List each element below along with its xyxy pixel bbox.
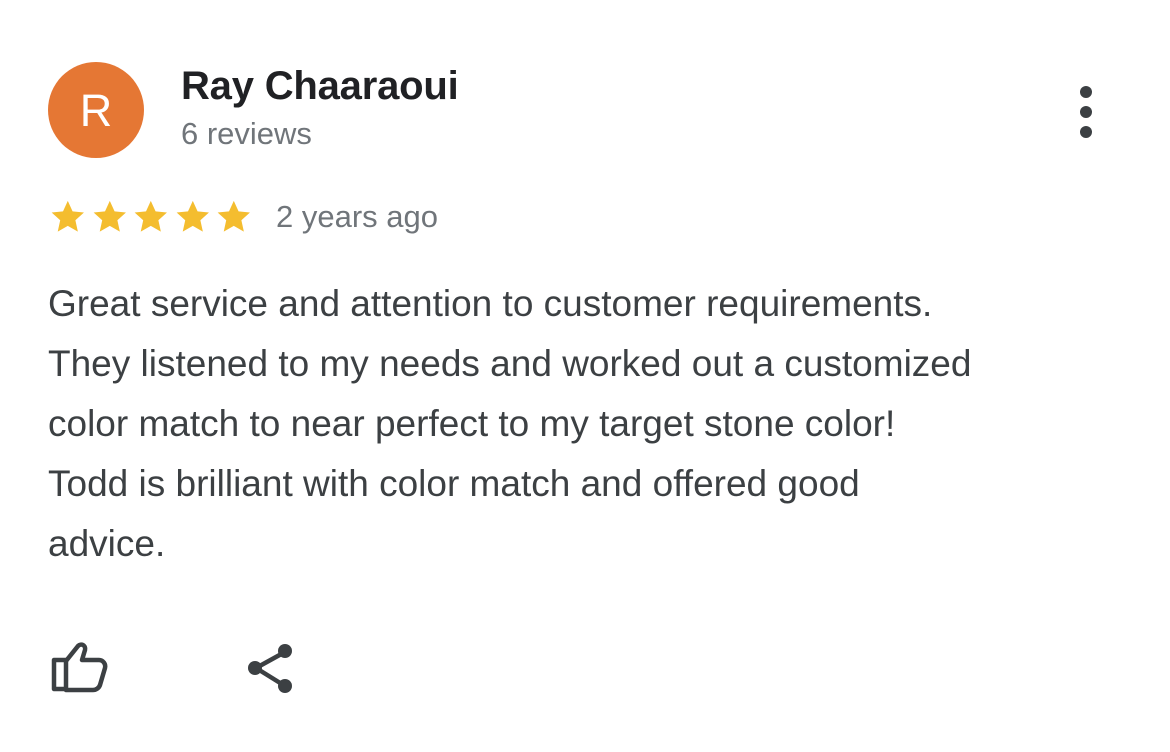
review-text-line: Todd is brilliant with color match and o… <box>48 463 860 504</box>
star-icon <box>218 200 251 232</box>
more-options-button[interactable] <box>1066 84 1106 140</box>
review-text-line: Great service and attention to customer … <box>48 283 933 324</box>
reviewer-name[interactable]: Ray Chaaraoui <box>181 64 459 109</box>
star-icon <box>134 200 168 232</box>
review-text-line: advice. <box>48 523 166 564</box>
star-icon <box>51 200 84 232</box>
star-icon <box>176 200 209 232</box>
avatar[interactable]: R <box>48 62 144 158</box>
review-date: 2 years ago <box>276 199 438 234</box>
review-text-line: They listened to my needs and worked out… <box>48 343 972 384</box>
thumb-up-icon <box>51 642 108 693</box>
review-card: R Ray Chaaraoui 6 reviews 2 years ago Gr… <box>0 0 1170 752</box>
share-icon <box>248 644 292 693</box>
more-vert-icon-dot <box>1080 126 1092 138</box>
review-text: Great service and attention to customer … <box>48 274 1138 574</box>
like-button[interactable] <box>48 640 110 696</box>
rating-row: 2 years ago <box>48 193 438 241</box>
share-button[interactable] <box>244 640 298 698</box>
avatar-initial: R <box>79 85 113 136</box>
reviewer-review-count[interactable]: 6 reviews <box>181 116 312 152</box>
review-text-line: color match to near perfect to my target… <box>48 403 896 444</box>
more-vert-icon-dot <box>1080 106 1092 118</box>
star-rating <box>48 197 254 237</box>
star-icon <box>93 200 126 232</box>
more-vert-icon <box>1080 86 1092 98</box>
